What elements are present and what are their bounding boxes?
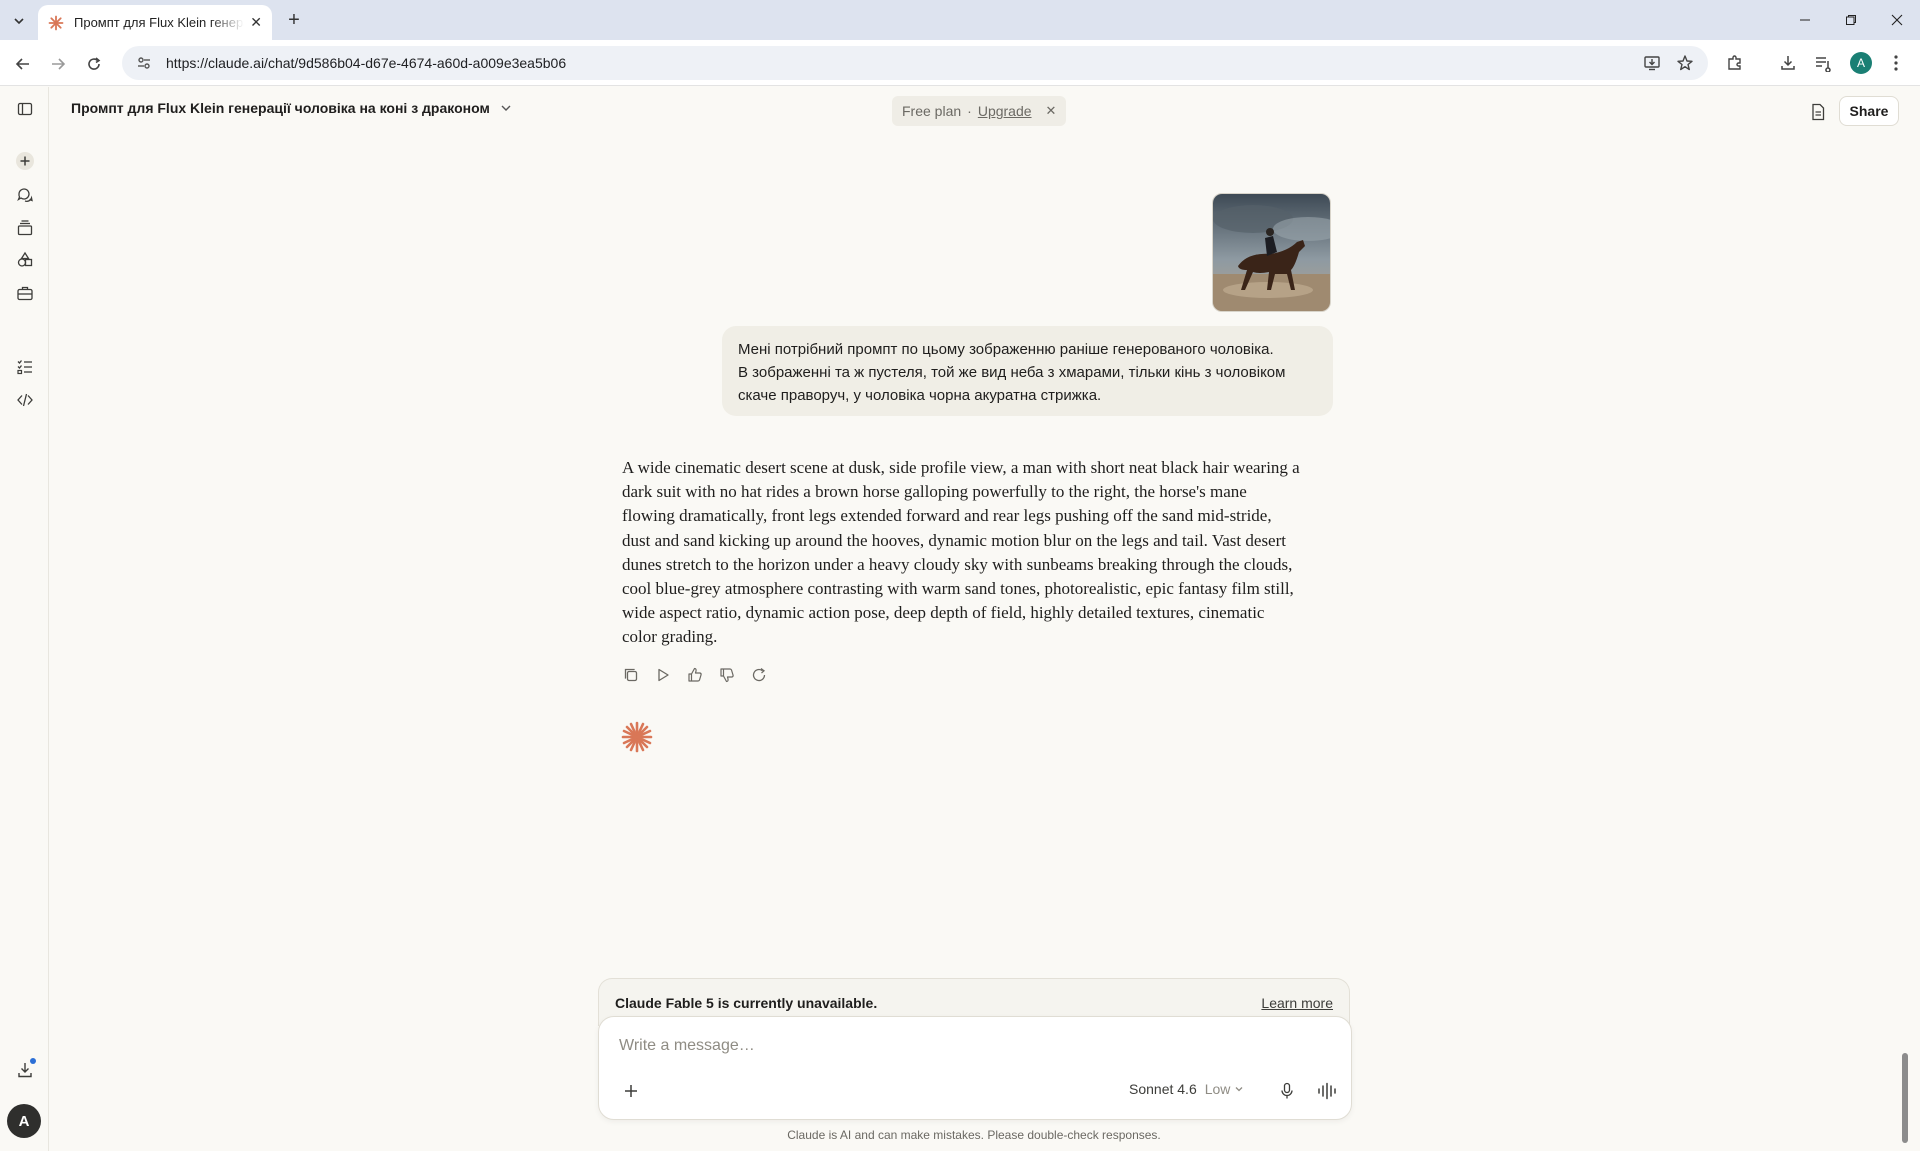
forward-arrow-icon[interactable] xyxy=(45,51,71,77)
back-arrow-icon[interactable] xyxy=(10,51,36,77)
share-button[interactable]: Share xyxy=(1839,96,1899,126)
chevron-down-icon xyxy=(1235,1087,1243,1092)
learn-more-link[interactable]: Learn more xyxy=(1261,995,1333,1011)
window-minimize-icon[interactable] xyxy=(1782,0,1828,40)
model-selector[interactable]: Sonnet 4.6 Low xyxy=(1129,1081,1244,1097)
chevron-down-icon xyxy=(501,105,511,111)
address-bar[interactable]: https://claude.ai/chat/9d586b04-d67e-467… xyxy=(122,46,1708,80)
user-message-line: скаче праворуч, у чоловіка чорна акуратн… xyxy=(738,387,1102,404)
browser-menu-icon[interactable] xyxy=(1884,51,1908,75)
attached-image-horse-rider[interactable] xyxy=(1212,193,1331,312)
url-text: https://claude.ai/chat/9d586b04-d67e-467… xyxy=(166,55,567,71)
tasks-checklist-icon[interactable] xyxy=(13,355,37,379)
user-message-line: Мені потрібний промпт по цьому зображенн… xyxy=(738,341,1274,358)
message-composer: Sonnet 4.6 Low xyxy=(598,1016,1352,1120)
notice-text: Claude Fable 5 is currently unavailable. xyxy=(615,994,878,1011)
browser-tab-bar: Промпт для Flux Klein генерації чоловіка… xyxy=(0,0,1920,40)
tab-title: Промпт для Flux Klein генерації чоловіка… xyxy=(74,15,244,30)
projects-icon[interactable] xyxy=(13,216,37,240)
app-sidebar-rail xyxy=(0,87,49,1151)
site-settings-icon[interactable] xyxy=(136,55,152,71)
microphone-icon[interactable] xyxy=(1275,1079,1299,1103)
thumbs-up-icon[interactable] xyxy=(684,664,706,686)
new-tab-plus-icon[interactable]: + xyxy=(282,8,306,32)
user-message-bubble: Мені потрібний промпт по цьому зображенн… xyxy=(722,326,1333,416)
assistant-message-text: A wide cinematic desert scene at dusk, s… xyxy=(622,458,1300,647)
toolbox-icon[interactable] xyxy=(13,281,37,305)
notification-dot xyxy=(30,1058,36,1064)
plan-banner: Free plan · Upgrade ✕ xyxy=(892,96,1067,126)
add-attachment-plus-icon[interactable] xyxy=(619,1079,643,1103)
toggle-sidebar-icon[interactable] xyxy=(13,97,37,121)
chats-icon[interactable] xyxy=(13,183,37,207)
browser-toolbar: https://claude.ai/chat/9d586b04-d67e-467… xyxy=(0,40,1920,86)
window-close-icon[interactable] xyxy=(1874,0,1920,40)
claude-spark-icon xyxy=(621,721,653,753)
user-message-line: В зображенні та ж пустеля, той же вид не… xyxy=(738,364,1286,381)
model-name: Sonnet 4.6 xyxy=(1129,1081,1197,1097)
message-input[interactable] xyxy=(619,1037,1319,1055)
artifacts-icon[interactable] xyxy=(13,248,37,272)
retry-icon[interactable] xyxy=(748,664,770,686)
effort-level: Low xyxy=(1204,1081,1231,1097)
window-restore-icon[interactable] xyxy=(1828,0,1874,40)
bookmark-star-icon[interactable] xyxy=(1673,51,1697,75)
copy-icon[interactable] xyxy=(620,664,642,686)
chat-title-button[interactable]: Промпт для Flux Klein генерації чоловіка… xyxy=(71,100,512,116)
upgrade-link[interactable]: Upgrade xyxy=(978,103,1032,119)
ai-disclaimer: Claude is AI and can make mistakes. Plea… xyxy=(787,1128,1161,1142)
message-actions xyxy=(620,664,770,686)
media-controls-icon[interactable] xyxy=(1811,51,1835,75)
dismiss-banner-icon[interactable]: ✕ xyxy=(1046,103,1057,119)
extensions-puzzle-icon[interactable] xyxy=(1723,51,1747,75)
voice-mode-waveform-icon[interactable] xyxy=(1315,1079,1339,1103)
read-aloud-play-icon[interactable] xyxy=(652,664,674,686)
page-scrollbar[interactable] xyxy=(1902,1053,1908,1143)
tab-search-chevron-icon[interactable] xyxy=(8,10,30,32)
chat-title-text: Промпт для Flux Klein генерації чоловіка… xyxy=(71,100,490,116)
document-icon[interactable] xyxy=(1806,100,1830,124)
tab-close-icon[interactable]: ✕ xyxy=(250,14,262,31)
install-app-icon[interactable] xyxy=(1640,51,1664,75)
downloads-icon[interactable] xyxy=(1776,51,1800,75)
plan-label: Free plan xyxy=(902,103,962,119)
code-icon[interactable] xyxy=(13,388,37,412)
separator-dot: · xyxy=(967,103,972,119)
reload-icon[interactable] xyxy=(81,51,107,77)
browser-tab-active[interactable]: Промпт для Flux Klein генерації чоловіка… xyxy=(38,5,272,40)
thumbs-down-icon[interactable] xyxy=(716,664,738,686)
claude-favicon-icon xyxy=(48,15,64,30)
new-chat-icon[interactable] xyxy=(13,149,37,173)
browser-profile-avatar[interactable]: A xyxy=(1850,52,1872,74)
